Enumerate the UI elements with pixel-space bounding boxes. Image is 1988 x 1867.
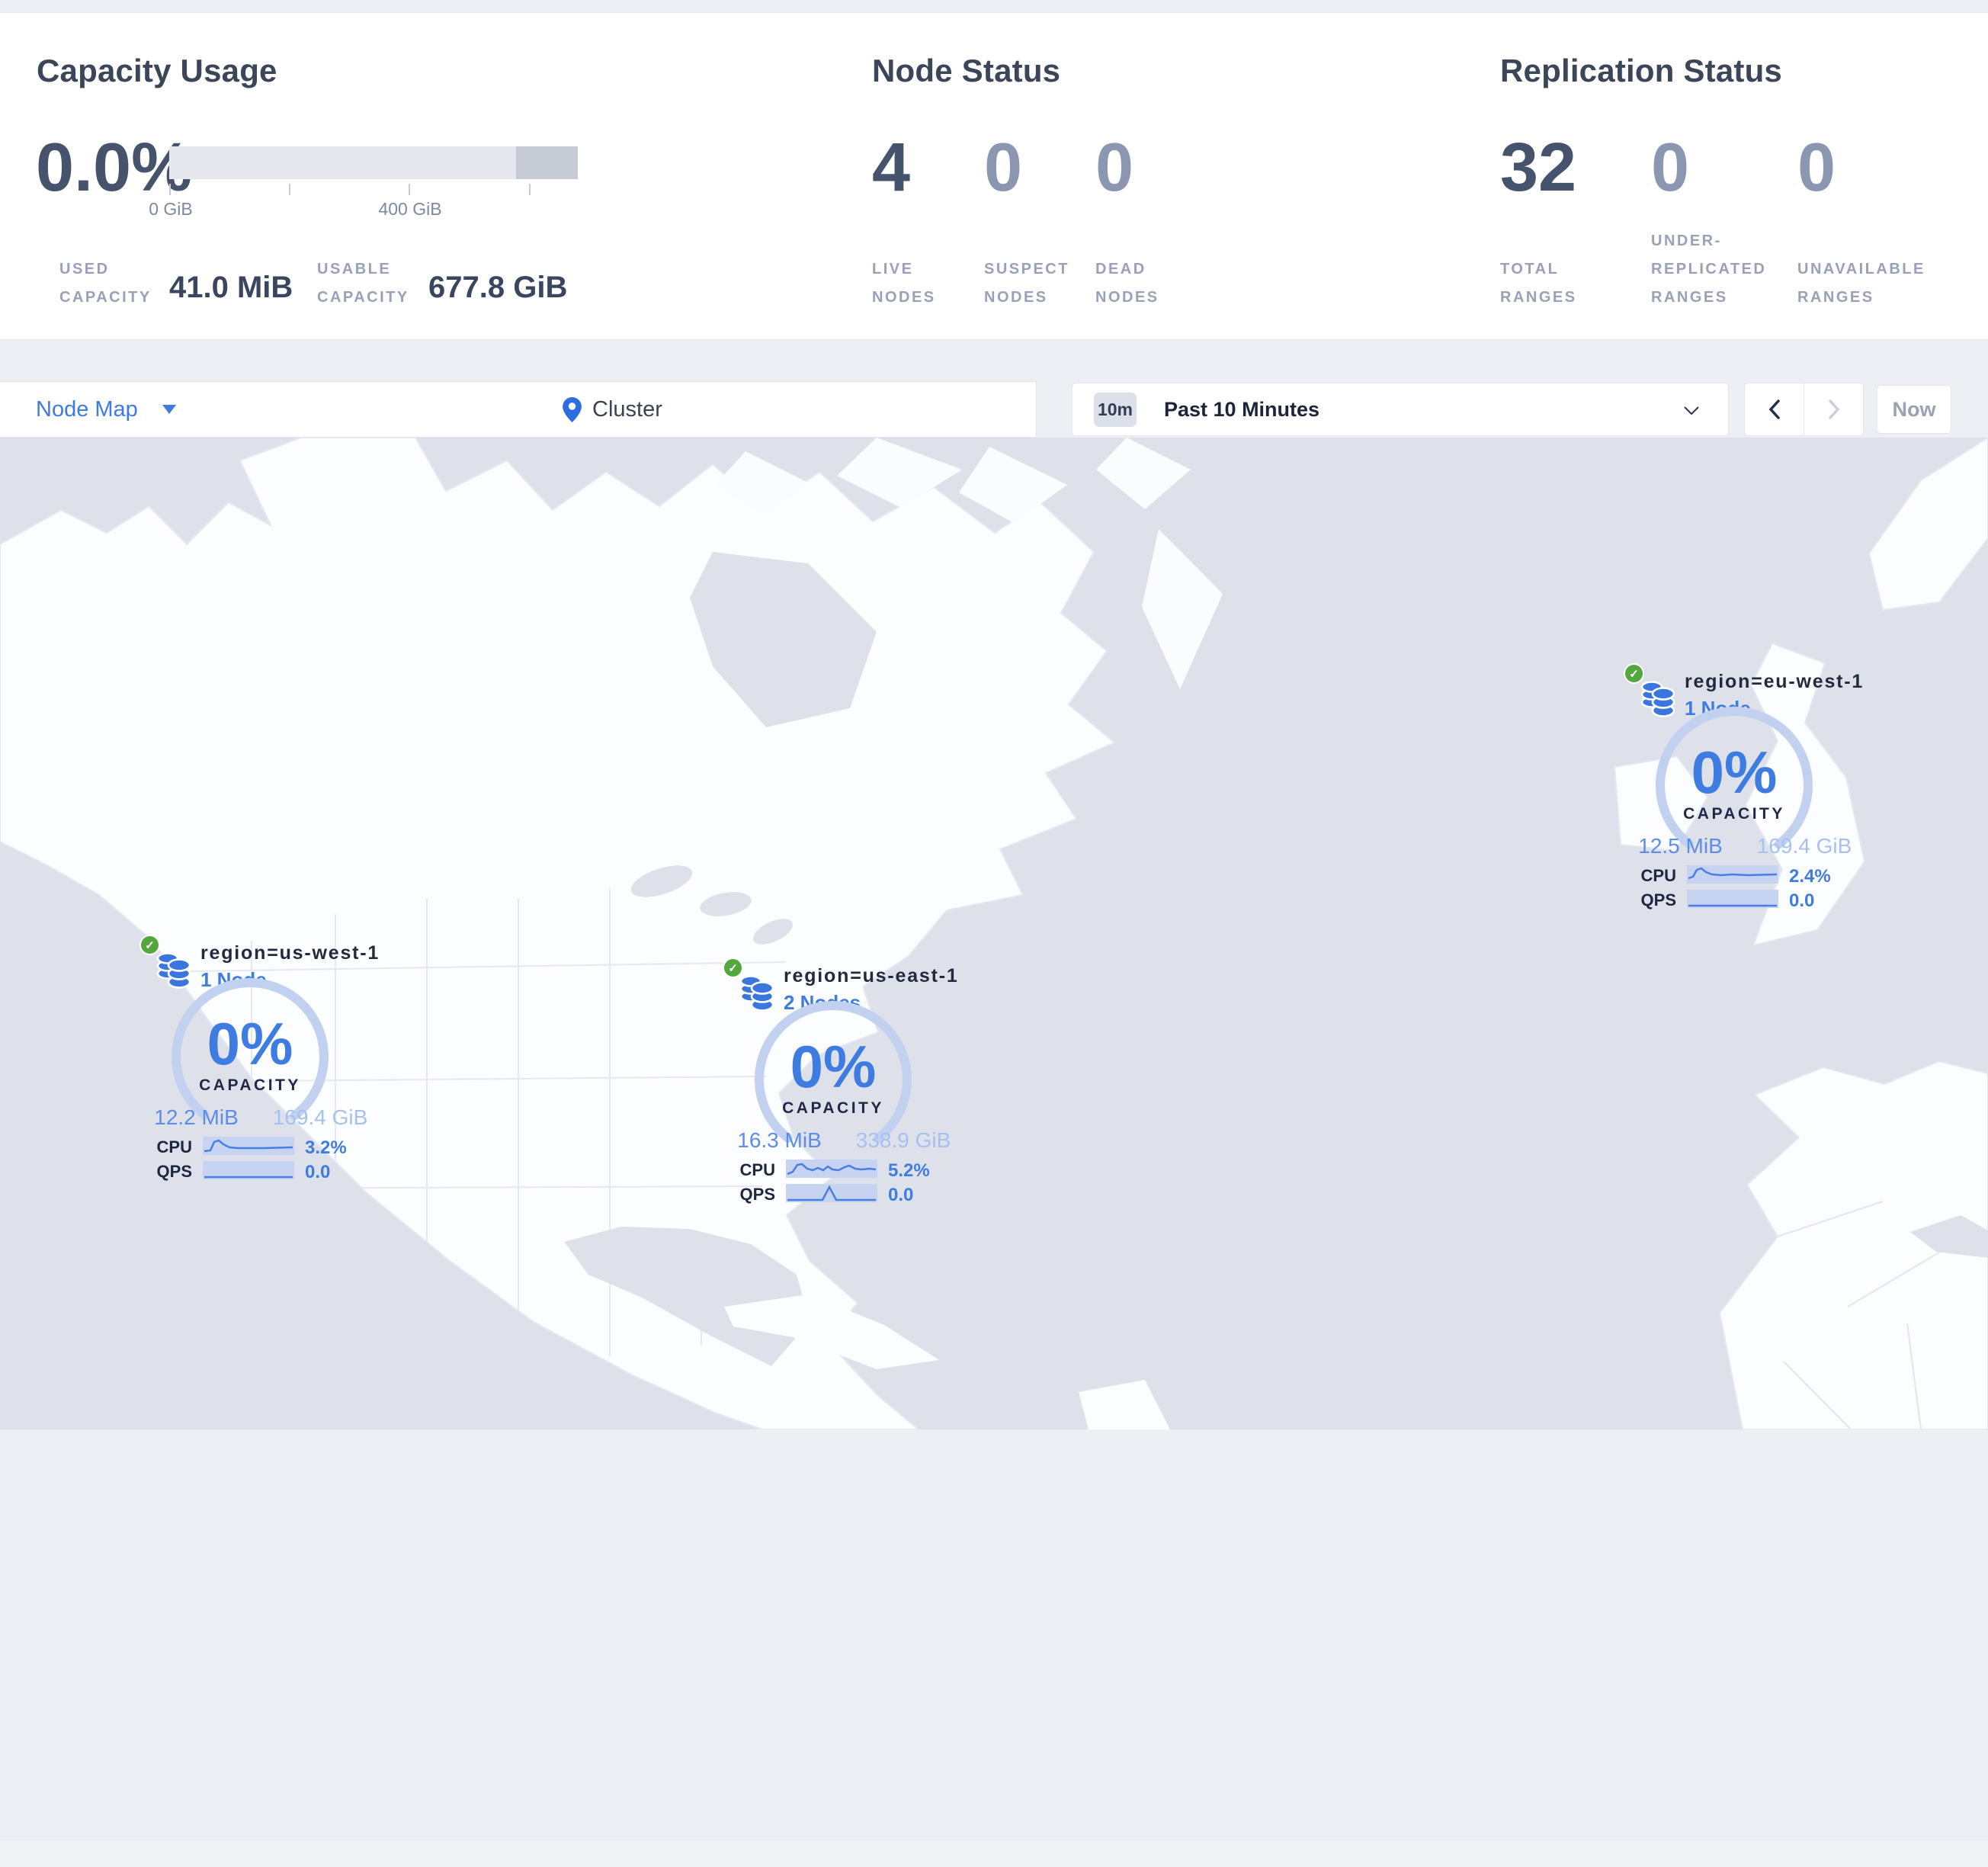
under-replicated-ranges-label: UNDER-REPLICATED RANGES bbox=[1651, 233, 1767, 306]
status-ok-icon: ✓ bbox=[723, 958, 743, 978]
locality-capacity-percent: 0% bbox=[790, 1033, 877, 1100]
chevron-right-icon bbox=[1828, 399, 1839, 419]
unavailable-ranges-label: UNAVAILABLE RANGES bbox=[1797, 261, 1925, 306]
view-selector-dropdown[interactable]: Node Map bbox=[36, 382, 176, 437]
cpu-sparkline bbox=[203, 1137, 294, 1155]
qps-label: QPS bbox=[1640, 890, 1676, 909]
qps-value: 0.0 bbox=[888, 1185, 914, 1205]
usable-capacity-value: 677.8 GiB bbox=[428, 271, 568, 304]
suspect-nodes-count: 0 bbox=[984, 130, 1023, 206]
capacity-axis-tick bbox=[169, 184, 171, 195]
capacity-axis-tick bbox=[289, 184, 290, 195]
capacity-axis-tick bbox=[409, 184, 410, 195]
time-range-dropdown[interactable]: 10m Past 10 Minutes bbox=[1072, 383, 1729, 436]
cpu-value: 3.2% bbox=[305, 1137, 347, 1158]
database-stack-icon[interactable] bbox=[738, 971, 776, 1014]
live-nodes-label: LIVE NODES bbox=[872, 261, 936, 306]
view-selector-label: Node Map bbox=[36, 396, 138, 422]
time-step-forward-button[interactable] bbox=[1804, 383, 1864, 436]
qps-metric-row: QPS 0.0 bbox=[1614, 889, 1865, 911]
total-ranges-count: 32 bbox=[1500, 130, 1577, 206]
status-ok-icon: ✓ bbox=[1624, 663, 1644, 684]
breadcrumb-cluster-label: Cluster bbox=[592, 396, 662, 422]
total-ranges-label: TOTAL RANGES bbox=[1500, 261, 1577, 306]
map-footer-strip bbox=[0, 1841, 1988, 1867]
suspect-nodes-label: SUSPECT NODES bbox=[984, 261, 1069, 306]
capacity-usage-title: Capacity Usage bbox=[37, 53, 277, 88]
capacity-axis-label-0: 0 GiB bbox=[149, 199, 193, 219]
locality-capacity-label: CAPACITY bbox=[782, 1099, 884, 1117]
qps-metric-row: QPS 0.0 bbox=[713, 1183, 964, 1205]
cpu-sparkline bbox=[786, 1160, 877, 1178]
chevron-down-icon bbox=[1684, 406, 1699, 415]
node-status-title: Node Status bbox=[872, 53, 1061, 88]
time-step-back-button[interactable] bbox=[1744, 383, 1804, 436]
locality-marker-eu-west-1[interactable]: ✓ region=eu-west-1 1 Node 0% CAPACITY 12… bbox=[1614, 663, 1865, 924]
breadcrumb[interactable]: Cluster bbox=[563, 382, 662, 437]
locality-capacity-label: CAPACITY bbox=[199, 1076, 301, 1094]
locality-capacity-percent: 0% bbox=[1691, 739, 1778, 806]
qps-sparkline bbox=[786, 1184, 877, 1202]
cpu-metric-row: CPU 5.2% bbox=[713, 1159, 964, 1181]
locality-marker-us-east-1[interactable]: ✓ region=us-east-1 2 Nodes 0% CAPACITY 1… bbox=[713, 958, 964, 1218]
cpu-label: CPU bbox=[1640, 866, 1676, 885]
under-replicated-ranges-count: 0 bbox=[1651, 130, 1690, 206]
caret-down-icon bbox=[162, 405, 176, 414]
time-step-buttons bbox=[1744, 383, 1865, 436]
qps-label: QPS bbox=[156, 1162, 192, 1181]
locality-capacity-label: CAPACITY bbox=[1683, 805, 1785, 823]
qps-sparkline bbox=[1687, 890, 1778, 908]
cpu-label: CPU bbox=[739, 1160, 775, 1179]
world-map bbox=[0, 438, 1988, 1429]
locality-used-capacity: 16.3 MiB bbox=[737, 1128, 822, 1152]
chevron-left-icon bbox=[1768, 399, 1780, 419]
locality-usable-capacity: 169.4 GiB bbox=[1756, 834, 1852, 858]
live-nodes-count: 4 bbox=[872, 130, 911, 206]
usable-capacity-label: USABLE CAPACITY bbox=[317, 261, 409, 306]
capacity-bar-nonusable-segment bbox=[516, 146, 578, 179]
qps-value: 0.0 bbox=[1789, 890, 1815, 911]
unavailable-ranges-count: 0 bbox=[1797, 130, 1836, 206]
now-button[interactable]: Now bbox=[1877, 385, 1951, 434]
dead-nodes-count: 0 bbox=[1095, 130, 1134, 206]
status-ok-icon: ✓ bbox=[139, 935, 160, 955]
used-capacity-value: 41.0 MiB bbox=[169, 271, 293, 304]
locality-capacity-percent: 0% bbox=[207, 1010, 293, 1077]
locality-usable-capacity: 338.9 GiB bbox=[855, 1128, 951, 1152]
cpu-metric-row: CPU 3.2% bbox=[130, 1136, 381, 1158]
locality-usable-capacity: 169.4 GiB bbox=[272, 1105, 368, 1129]
capacity-bar bbox=[169, 146, 578, 179]
locality-name[interactable]: region=us-east-1 bbox=[784, 965, 959, 987]
capacity-axis-tick bbox=[529, 184, 531, 195]
qps-label: QPS bbox=[739, 1185, 775, 1204]
time-range-badge: 10m bbox=[1094, 392, 1137, 427]
locality-marker-us-west-1[interactable]: ✓ region=us-west-1 1 Node 0% CAPACITY 12… bbox=[130, 935, 381, 1195]
used-capacity-label: USED CAPACITY bbox=[59, 261, 152, 306]
cpu-label: CPU bbox=[156, 1137, 192, 1156]
locality-used-capacity: 12.5 MiB bbox=[1638, 834, 1723, 858]
cpu-value: 2.4% bbox=[1789, 866, 1831, 887]
locality-name[interactable]: region=us-west-1 bbox=[200, 942, 380, 964]
cpu-metric-row: CPU 2.4% bbox=[1614, 865, 1865, 887]
locality-name[interactable]: region=eu-west-1 bbox=[1685, 671, 1864, 693]
capacity-axis-label-400: 400 GiB bbox=[378, 199, 442, 219]
cluster-summary-bar: Capacity Usage 0.0% 0 GiB 400 GiB USED C… bbox=[0, 12, 1988, 340]
qps-value: 0.0 bbox=[305, 1162, 331, 1182]
node-map bbox=[0, 438, 1988, 1867]
time-range-label: Past 10 Minutes bbox=[1164, 397, 1320, 421]
qps-metric-row: QPS 0.0 bbox=[130, 1160, 381, 1182]
dead-nodes-label: DEAD NODES bbox=[1095, 261, 1159, 306]
replication-status-title: Replication Status bbox=[1500, 53, 1782, 88]
cpu-sparkline bbox=[1687, 865, 1778, 884]
cpu-value: 5.2% bbox=[888, 1160, 930, 1181]
qps-sparkline bbox=[203, 1161, 294, 1179]
map-pin-icon bbox=[563, 396, 582, 422]
database-stack-icon[interactable] bbox=[1639, 677, 1677, 720]
map-toolbar: Node Map Cluster bbox=[0, 381, 1037, 438]
database-stack-icon[interactable] bbox=[155, 948, 193, 991]
locality-used-capacity: 12.2 MiB bbox=[154, 1105, 239, 1129]
